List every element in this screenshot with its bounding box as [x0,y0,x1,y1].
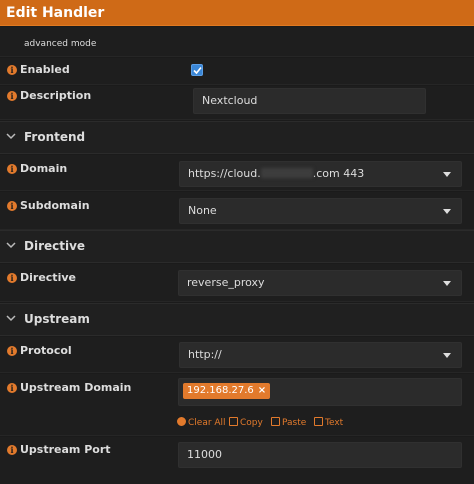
advanced-mode-row: advanced mode [0,27,474,75]
description-label: Description [20,89,92,102]
redacted-text [260,168,313,178]
upstream-port-input[interactable]: 11000 [178,442,462,468]
section-directive-title: Directive [24,239,86,253]
directive-value: reverse_proxy [187,276,265,289]
paste-icon [271,417,280,426]
protocol-select[interactable]: http:// [179,342,462,368]
enabled-checkbox[interactable] [191,64,203,76]
section-upstream-title: Upstream [24,312,90,326]
text-label: Text [325,418,344,428]
chevron-down-icon [6,239,16,253]
upstream-port-label: Upstream Port [20,443,111,456]
enabled-row: i Enabled [0,58,474,85]
directive-label: Directive [20,271,76,284]
protocol-label: Protocol [20,344,72,357]
domain-row: i Domain https://cloud. .com 443 [0,155,474,191]
domain-value-prefix: https://cloud. [188,167,261,180]
description-row: i Description Nextcloud [0,86,474,120]
directive-row: i Directive reverse_proxy [0,264,474,302]
advanced-mode-label[interactable]: advanced mode [24,39,96,49]
upstream-domain-label: Upstream Domain [20,381,132,394]
copy-icon [229,417,238,426]
section-frontend[interactable]: Frontend [0,121,474,154]
chevron-down-icon [443,172,451,177]
text-action[interactable]: Text [314,417,343,428]
tag-value: 192.168.27.6 [187,385,254,396]
section-frontend-title: Frontend [24,130,86,144]
info-icon[interactable]: i [7,383,17,393]
text-icon [314,417,323,426]
clear-all-label: Clear All [188,418,226,428]
upstream-port-row: i Upstream Port 11000 [0,437,474,484]
section-directive[interactable]: Directive [0,230,474,263]
enabled-label: Enabled [20,63,70,76]
info-icon[interactable]: i [7,445,17,455]
info-icon[interactable]: i [7,201,17,211]
info-icon[interactable]: i [7,65,17,75]
paste-label: Paste [282,418,307,428]
subdomain-row: i Subdomain None [0,192,474,230]
info-icon[interactable]: i [7,346,17,356]
chevron-down-icon [443,353,451,358]
subdomain-select[interactable]: None [179,198,462,224]
chevron-down-icon [443,209,451,214]
paste-action[interactable]: Paste [271,417,306,428]
dialog-title: Edit Handler [0,0,474,26]
info-icon[interactable]: i [7,273,17,283]
directive-select[interactable]: reverse_proxy [178,270,462,296]
domain-value-suffix: .com 443 [312,167,365,180]
chevron-down-icon [6,312,16,326]
copy-action[interactable]: Copy [229,417,263,428]
domain-select[interactable]: https://cloud. .com 443 [179,161,462,187]
copy-label: Copy [240,418,263,428]
tag-remove-icon[interactable]: × [258,385,266,396]
subdomain-value: None [188,204,217,217]
protocol-row: i Protocol http:// [0,337,474,373]
clear-icon [177,417,186,426]
upstream-domain-tag[interactable]: 192.168.27.6 × [183,383,271,399]
protocol-value: http:// [188,348,222,361]
subdomain-label: Subdomain [20,199,90,212]
chevron-down-icon [6,130,16,144]
info-icon[interactable]: i [7,91,17,101]
info-icon[interactable]: i [7,164,17,174]
description-input[interactable]: Nextcloud [193,88,426,114]
domain-label: Domain [20,162,68,175]
section-upstream[interactable]: Upstream [0,303,474,336]
clear-all-action[interactable]: Clear All [177,417,226,428]
chevron-down-icon [443,281,451,286]
